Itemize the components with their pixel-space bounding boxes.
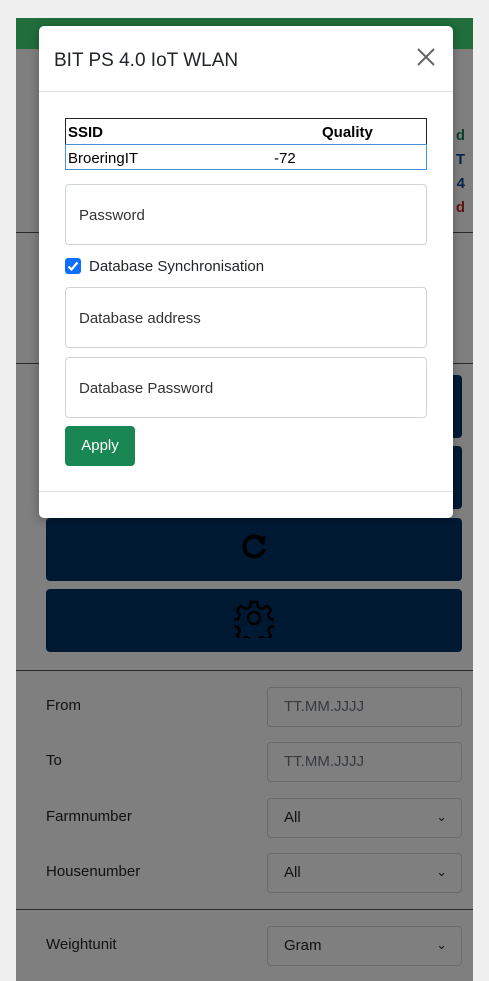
db-sync-label: Database Synchronisation [89, 258, 265, 275]
db-address-input[interactable]: Database address [65, 287, 427, 348]
wifi-table-header: SSID Quality [66, 119, 426, 145]
db-sync-checkbox[interactable] [65, 258, 81, 274]
quality-header: Quality [322, 124, 373, 141]
ssid-header: SSID [68, 124, 104, 141]
modal-footer-divider [39, 491, 453, 492]
db-password-input[interactable]: Database Password [65, 357, 427, 418]
apply-button[interactable]: Apply [65, 426, 135, 466]
close-icon[interactable] [413, 44, 439, 70]
quality-cell: -72 [274, 150, 296, 167]
modal-header: BIT PS 4.0 IoT WLAN [39, 26, 453, 92]
wifi-table: SSID Quality BroeringIT -72 [65, 118, 427, 170]
wifi-table-row[interactable]: BroeringIT -72 [65, 144, 427, 170]
db-sync-checkbox-row[interactable]: Database Synchronisation [65, 258, 264, 275]
modal-title: BIT PS 4.0 IoT WLAN [54, 50, 239, 71]
wlan-modal: BIT PS 4.0 IoT WLAN SSID Quality Broerin… [39, 26, 453, 518]
ssid-cell: BroeringIT [68, 150, 139, 167]
password-input[interactable]: Password [65, 184, 427, 245]
